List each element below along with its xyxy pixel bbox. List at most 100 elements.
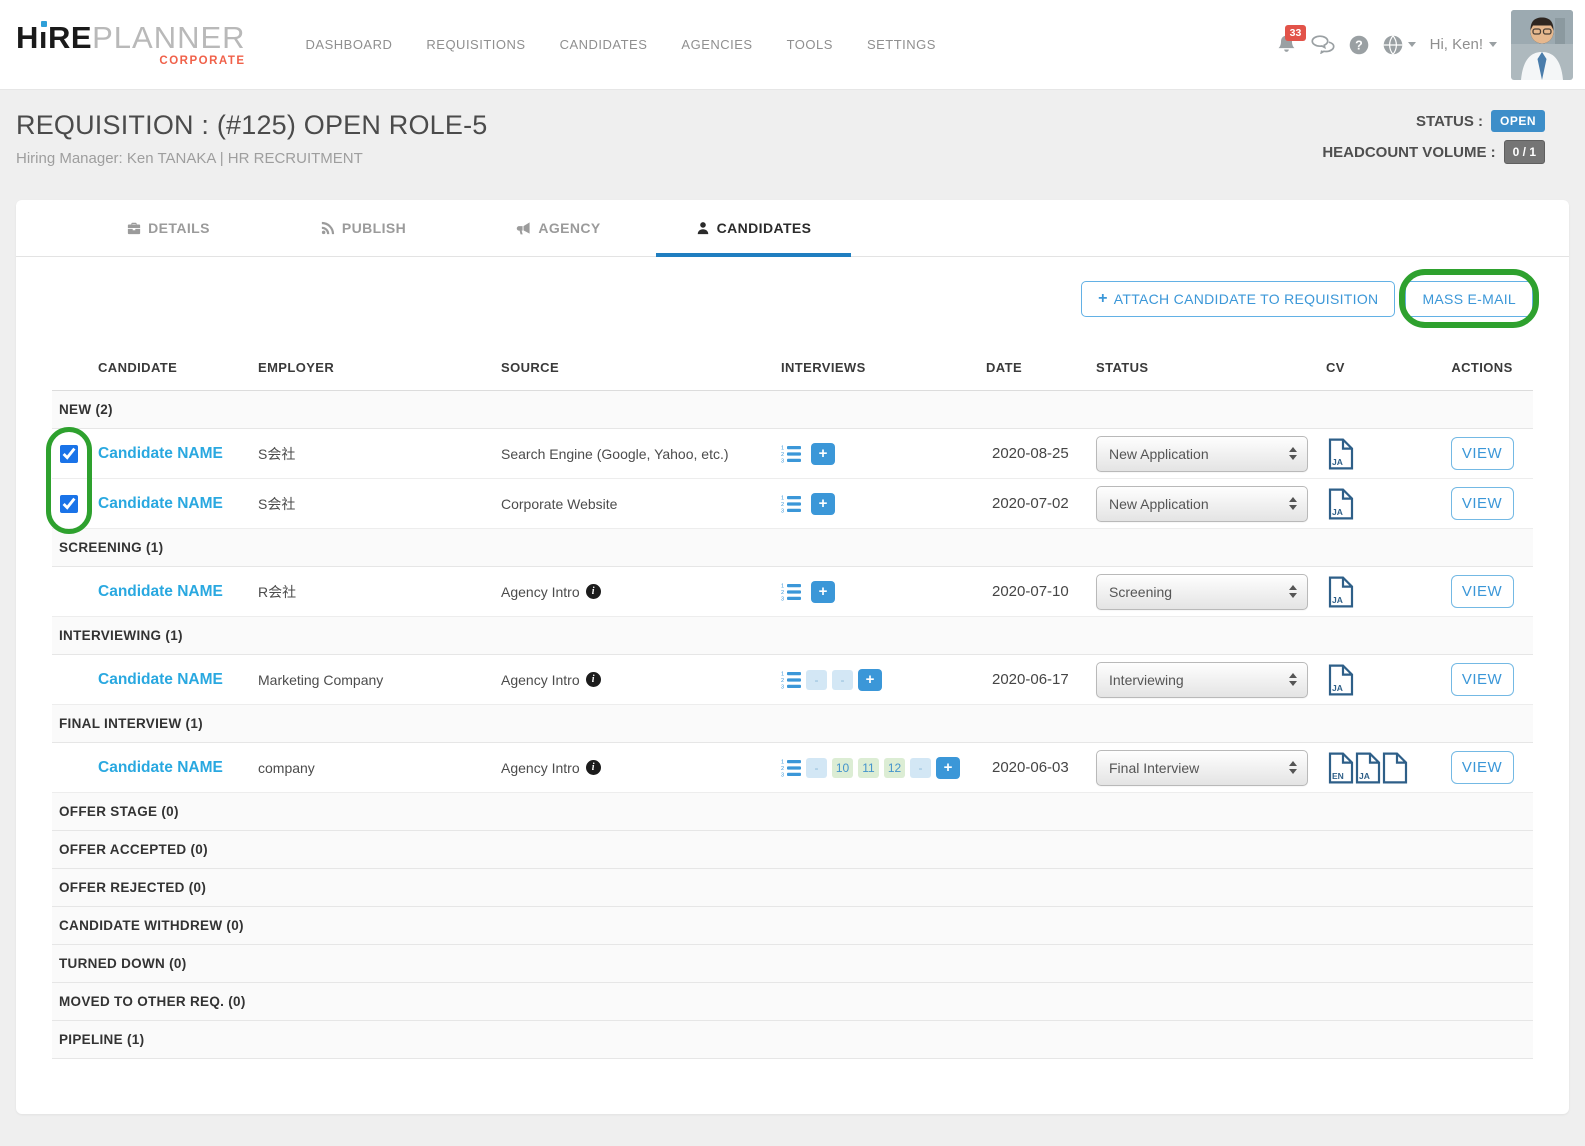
tab-agency[interactable]: AGENCY — [461, 200, 656, 256]
interview-badge[interactable]: 10 — [832, 757, 853, 778]
cv-ja-document-icon[interactable]: JA — [1328, 576, 1354, 608]
interview-list-icon[interactable]: 123 — [781, 445, 801, 463]
info-icon[interactable]: i — [585, 760, 601, 775]
add-interview-button[interactable]: + — [936, 756, 960, 779]
cv-blank-document-icon[interactable] — [1382, 752, 1408, 784]
candidate-row: Candidate NAME Marketing Company Agency … — [52, 655, 1533, 705]
svg-text:1: 1 — [781, 495, 784, 501]
language-globe-icon[interactable] — [1383, 34, 1416, 55]
interview-list-icon[interactable]: 123 — [781, 583, 801, 601]
notifications-bell-icon[interactable]: 33 — [1276, 25, 1307, 55]
plus-icon: + — [1098, 290, 1108, 307]
candidates-table: CANDIDATE EMPLOYER SOURCE INTERVIEWS DAT… — [52, 345, 1533, 1059]
status-select[interactable]: New Application — [1096, 435, 1308, 472]
cv-en-document-icon[interactable]: EN — [1328, 752, 1354, 784]
caret-down-icon — [1407, 42, 1416, 47]
tab-publish[interactable]: PUBLISH — [266, 200, 461, 256]
view-button[interactable]: VIEW — [1450, 663, 1514, 696]
view-button[interactable]: VIEW — [1450, 437, 1514, 470]
main-nav: DASHBOARD REQUISITIONS CANDIDATES AGENCI… — [306, 37, 936, 52]
user-avatar[interactable] — [1511, 9, 1573, 80]
attach-candidate-button[interactable]: + ATTACH CANDIDATE TO REQUISITION — [1081, 281, 1396, 317]
nav-agencies[interactable]: AGENCIES — [681, 37, 752, 52]
select-arrows-icon — [1289, 761, 1297, 774]
status-select[interactable]: Final Interview — [1096, 749, 1308, 786]
interview-badge[interactable]: 11 — [858, 757, 879, 778]
interview-badge[interactable]: - — [832, 669, 853, 690]
select-arrows-icon — [1289, 447, 1297, 460]
status-select[interactable]: Interviewing — [1096, 661, 1308, 698]
nav-tools[interactable]: TOOLS — [787, 37, 833, 52]
attach-candidate-label: ATTACH CANDIDATE TO REQUISITION — [1113, 291, 1379, 307]
info-icon[interactable]: i — [585, 672, 601, 687]
messages-icon[interactable] — [1311, 35, 1335, 54]
mass-email-button[interactable]: MASS E-MAIL — [1405, 281, 1533, 317]
status-label: STATUS : — [1416, 112, 1483, 130]
svg-text:3: 3 — [781, 684, 784, 689]
svg-text:2: 2 — [781, 678, 784, 684]
logo-wordmark: HıREPLANNER — [16, 19, 246, 55]
tab-candidates[interactable]: CANDIDATES — [656, 200, 851, 257]
cv-ja-document-icon[interactable]: JA — [1328, 664, 1354, 696]
candidate-name-link[interactable]: Candidate NAME — [90, 445, 223, 462]
view-button[interactable]: VIEW — [1450, 575, 1514, 608]
stage-section-row: INTERVIEWING (1) — [52, 617, 1533, 655]
row-checkbox[interactable] — [60, 494, 78, 513]
logo-corporate-label: CORPORATE — [159, 54, 246, 67]
select-arrows-icon — [1289, 585, 1297, 598]
interview-list-icon[interactable]: 123 — [781, 671, 801, 689]
cv-ja-document-icon[interactable]: JA — [1355, 752, 1381, 784]
top-navigation-bar: HıREPLANNER CORPORATE DASHBOARD REQUISIT… — [0, 0, 1585, 90]
row-checkbox[interactable] — [60, 444, 78, 463]
source-text: Agency Intro — [501, 583, 580, 600]
interview-badge[interactable]: - — [910, 757, 931, 778]
svg-text:3: 3 — [781, 508, 784, 513]
interview-badge[interactable]: - — [806, 757, 827, 778]
candidate-name-link[interactable]: Candidate NAME — [90, 759, 223, 776]
interview-list-icon[interactable]: 123 — [781, 759, 801, 777]
interview-badge[interactable]: - — [806, 669, 827, 690]
cv-ja-document-icon[interactable]: JA — [1328, 488, 1354, 520]
status-select[interactable]: Screening — [1096, 573, 1308, 610]
status-value: Final Interview — [1109, 759, 1200, 776]
section-label: PIPELINE (1) — [59, 1032, 145, 1047]
nav-requisitions[interactable]: REQUISITIONS — [426, 37, 525, 52]
interviews-cell: 123 + — [773, 442, 978, 465]
stage-section-row: SCREENING (1) — [52, 529, 1533, 567]
stage-section-row: OFFER REJECTED (0) — [52, 869, 1533, 907]
candidate-name-link[interactable]: Candidate NAME — [90, 495, 223, 512]
nav-settings[interactable]: SETTINGS — [867, 37, 936, 52]
help-icon[interactable]: ? — [1349, 35, 1369, 55]
tab-bar: DETAILS PUBLISH AGENCY CANDIDATES — [16, 200, 1569, 257]
source-cell: Corporate Website — [493, 496, 773, 512]
cv-ja-document-icon[interactable]: JA — [1328, 438, 1354, 470]
nav-dashboard[interactable]: DASHBOARD — [306, 37, 393, 52]
view-button[interactable]: VIEW — [1450, 487, 1514, 520]
view-button[interactable]: VIEW — [1450, 751, 1514, 784]
app-logo[interactable]: HıREPLANNER CORPORATE — [16, 22, 246, 68]
interview-list-icon[interactable]: 123 — [781, 495, 801, 513]
date-cell: 2020-06-03 — [992, 759, 1069, 776]
tab-details[interactable]: DETAILS — [71, 200, 266, 256]
tab-label: AGENCY — [538, 220, 601, 236]
interviews-cell: 123 + — [773, 580, 978, 603]
info-icon[interactable]: i — [585, 584, 601, 599]
section-label: OFFER REJECTED (0) — [59, 880, 207, 895]
source-text: Agency Intro — [501, 671, 580, 688]
logo-text: H — [16, 19, 39, 55]
status-value: Interviewing — [1109, 671, 1184, 688]
section-label: OFFER STAGE (0) — [59, 804, 179, 819]
add-interview-button[interactable]: + — [858, 668, 882, 691]
source-cell: Search Engine (Google, Yahoo, etc.) — [493, 446, 773, 462]
nav-candidates[interactable]: CANDIDATES — [560, 37, 648, 52]
svg-text:?: ? — [1355, 38, 1363, 52]
candidate-name-link[interactable]: Candidate NAME — [90, 671, 223, 688]
user-menu[interactable]: Hi, Ken! — [1430, 36, 1497, 53]
candidate-name-link[interactable]: Candidate NAME — [90, 583, 223, 600]
add-interview-button[interactable]: + — [811, 580, 835, 603]
add-interview-button[interactable]: + — [811, 442, 835, 465]
add-interview-button[interactable]: + — [811, 492, 835, 515]
interview-badge[interactable]: 12 — [884, 757, 905, 778]
svg-text:EN: EN — [1332, 771, 1344, 781]
status-select[interactable]: New Application — [1096, 485, 1308, 522]
